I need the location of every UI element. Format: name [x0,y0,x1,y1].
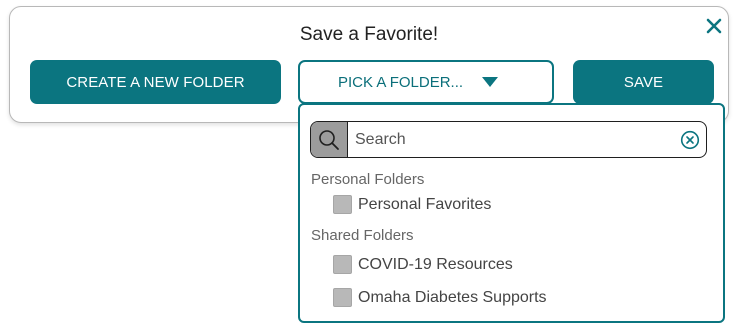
clear-circle-icon[interactable] [680,130,700,150]
pick-folder-label: PICK A FOLDER... [338,74,464,91]
folder-option-personal-favorites[interactable]: Personal Favorites [333,195,491,214]
checkbox[interactable] [333,255,352,274]
folder-option-omaha-diabetes-supports[interactable]: Omaha Diabetes Supports [333,288,547,307]
pick-folder-dropdown[interactable]: PICK A FOLDER... [298,60,554,104]
search-icon [311,122,348,157]
create-new-folder-button[interactable]: CREATE A NEW FOLDER [30,60,281,104]
create-new-folder-label: CREATE A NEW FOLDER [66,73,245,91]
checkbox[interactable] [333,288,352,307]
folder-dropdown-panel: Personal Folders Personal Favorites Shar… [298,103,725,323]
folder-option-label: Personal Favorites [358,195,492,213]
dialog-title: Save a Favorite! [299,24,439,45]
folder-option-covid-19-resources[interactable]: COVID-19 Resources [333,255,513,274]
search-box [310,121,707,158]
page: Save a Favorite! CREATE A NEW FOLDER PIC… [0,0,736,325]
group-heading-shared-folders: Shared Folders [311,227,414,244]
folder-option-label: Omaha Diabetes Supports [358,288,547,306]
group-heading-personal-folders: Personal Folders [311,171,425,188]
folder-option-label: COVID-19 Resources [358,255,513,273]
save-label: SAVE [623,73,664,91]
save-button[interactable]: SAVE [573,60,714,104]
caret-down-icon [482,77,498,87]
checkbox[interactable] [333,195,352,214]
search-input[interactable] [355,122,665,157]
close-icon[interactable] [704,16,724,36]
